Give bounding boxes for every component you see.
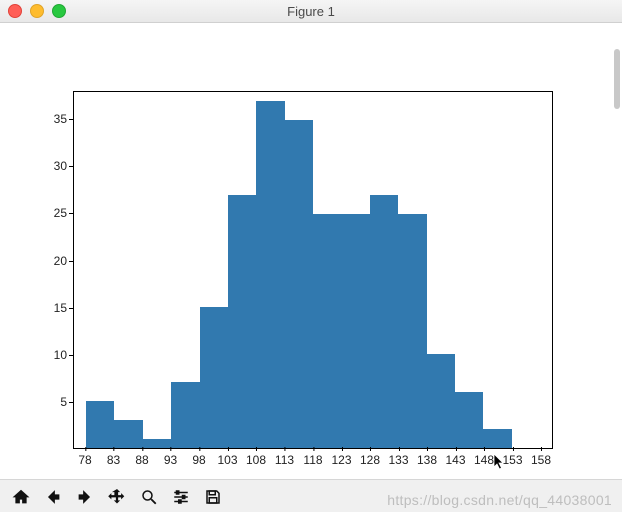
x-tick-label: 158 [531, 453, 551, 467]
histogram-bar [370, 195, 398, 448]
histogram-bar [455, 392, 483, 448]
bars-container [74, 92, 552, 448]
window-title: Figure 1 [0, 4, 622, 19]
home-icon [12, 488, 30, 506]
window-titlebar: Figure 1 [0, 0, 622, 23]
magnify-icon [140, 488, 158, 506]
x-tick-label: 83 [107, 453, 120, 467]
histogram-bar [114, 420, 142, 448]
x-tick-label: 78 [78, 453, 91, 467]
home-button[interactable] [6, 483, 36, 511]
y-tick-label: 25 [17, 206, 67, 220]
save-icon [204, 488, 222, 506]
pan-button[interactable] [102, 483, 132, 511]
x-tick-label: 88 [135, 453, 148, 467]
move-icon [108, 488, 126, 506]
histogram-bar [143, 439, 171, 448]
scrollbar[interactable] [614, 49, 620, 109]
watermark: https://blog.csdn.net/qq_44038001 [387, 492, 612, 508]
x-tick-label: 143 [445, 453, 465, 467]
y-tick-label: 35 [17, 112, 67, 126]
histogram-bar [228, 195, 256, 448]
x-tick-label: 98 [192, 453, 205, 467]
histogram-bar [171, 382, 199, 448]
histogram-bar [483, 429, 511, 448]
save-button[interactable] [198, 483, 228, 511]
x-tick-label: 123 [331, 453, 351, 467]
x-tick-label: 153 [502, 453, 522, 467]
x-tick-label: 128 [360, 453, 380, 467]
histogram-bar [313, 214, 341, 448]
histogram-bar [398, 214, 426, 448]
x-tick-label: 118 [303, 453, 322, 467]
histogram-bar [285, 120, 313, 448]
sliders-icon [172, 488, 190, 506]
subplots-button[interactable] [166, 483, 196, 511]
x-tick-label: 113 [275, 453, 294, 467]
x-tick-label: 148 [474, 453, 494, 467]
histogram-bar [427, 354, 455, 448]
y-tick-label: 30 [17, 159, 67, 173]
matplotlib-toolbar: https://blog.csdn.net/qq_44038001 [0, 479, 622, 512]
x-tick-label: 133 [388, 453, 408, 467]
x-tick-label: 93 [164, 453, 177, 467]
arrow-left-icon [44, 488, 62, 506]
y-tick-label: 5 [17, 395, 67, 409]
zoom-button[interactable] [134, 483, 164, 511]
y-tick-label: 20 [17, 254, 67, 268]
x-tick-label: 138 [417, 453, 437, 467]
back-button[interactable] [38, 483, 68, 511]
histogram-bar [341, 214, 369, 448]
x-tick-label: 103 [217, 453, 237, 467]
figure-canvas: 5 10 15 20 25 30 35 78 83 88 93 98 103 108 113 118 123 1… [0, 23, 622, 479]
plot-axes [73, 91, 553, 449]
histogram-bar [86, 401, 114, 448]
y-tick-label: 10 [17, 348, 67, 362]
forward-button[interactable] [70, 483, 100, 511]
arrow-right-icon [76, 488, 94, 506]
histogram-bar [256, 101, 284, 448]
y-tick-label: 15 [17, 301, 67, 315]
x-tick-label: 108 [246, 453, 266, 467]
histogram-bar [200, 307, 228, 448]
